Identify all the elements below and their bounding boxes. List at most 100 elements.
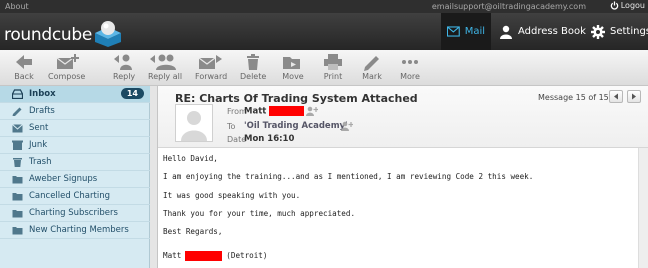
folder-icon [12,176,23,184]
print-button[interactable]: Print [323,53,343,81]
previous-message-button[interactable] [609,90,623,103]
app-header: roundcube Mail Address Book Settings [0,13,648,50]
folder-drafts-label: Drafts [29,106,55,116]
back-button[interactable]: Back [14,53,34,81]
move-folder-icon [283,57,300,69]
nav-settings[interactable]: Settings [585,13,648,50]
body-line: It was good speaking with you. [163,191,301,200]
reply-all-label: Reply all [148,72,183,81]
mark-button[interactable]: Mark [361,53,383,81]
trash-icon [247,54,260,70]
gear-icon [591,24,605,39]
move-button[interactable]: Move [282,53,304,81]
reply-button[interactable]: Reply [113,53,135,81]
reply-all-icon [150,54,177,70]
add-contact-icon[interactable] [340,121,353,131]
about-link[interactable]: About [5,2,29,11]
more-button[interactable]: More [400,53,420,81]
reply-all-button[interactable]: Reply all [148,53,182,81]
folder-trash-label: Trash [29,157,52,167]
reply-icon [114,54,133,70]
roundcube-logo[interactable]: roundcube [4,17,129,47]
back-arrow-icon [16,55,32,69]
folder-charting-subscribers-label: Charting Subscribers [29,208,118,218]
forward-button[interactable]: Forward [195,53,227,81]
from-value[interactable]: Matt [244,106,305,117]
nav-address-book[interactable]: Address Book [493,13,592,50]
body-line: Best Regards, [163,227,223,236]
nav-mail-label: Mail [464,26,485,37]
folder-trash[interactable]: Trash [0,154,150,171]
folder-inbox[interactable]: Inbox 14 [0,86,150,103]
folder-drafts[interactable]: Drafts [0,103,150,120]
mark-pen-icon [364,56,379,71]
folder-junk[interactable]: Junk [0,137,150,154]
body-line: I am enjoying the training...and as I me… [163,172,534,181]
delete-label: Delete [240,72,267,81]
folder-icon [12,227,23,235]
signature-city: (Detroit) [226,251,268,260]
folder-icon [12,193,23,201]
folder-icon [12,210,23,218]
logo-text: roundcube [4,25,93,45]
person-placeholder-icon [181,111,207,141]
back-label: Back [14,72,34,81]
more-label: More [400,72,420,81]
body-line: Hello David, [163,154,218,163]
folder-sent-label: Sent [29,123,49,133]
sent-icon [12,124,23,133]
folder-cancelled-charting[interactable]: Cancelled Charting [0,188,150,205]
folder-list: Inbox 14 Drafts Sent Junk Trash Aweber S… [0,86,150,268]
folder-aweber-signups-label: Aweber Signups [29,174,98,184]
redaction-box [269,106,305,116]
next-message-button[interactable] [627,90,641,103]
compose-label: Compose [48,72,86,81]
toolbar: Back Compose Reply Reply all Forward Del… [0,50,648,86]
nav-mail[interactable]: Mail [441,13,491,50]
message-header: RE: Charts Of Trading System Attached Me… [158,86,648,148]
print-icon [324,54,342,70]
compose-button[interactable]: Compose [48,53,85,81]
folder-new-charting-members-label: New Charting Members [29,225,129,235]
folder-sent[interactable]: Sent [0,120,150,137]
delete-button[interactable]: Delete [240,53,266,81]
trash-icon [13,158,22,167]
message-scrollbar[interactable] [638,148,648,268]
mark-label: Mark [362,72,382,81]
mail-icon [447,26,460,37]
logo-box-icon [95,21,121,47]
redaction-box [185,251,223,261]
folder-junk-label: Junk [29,140,48,150]
user-email: emailsupport@oiltradingacademy.com [431,2,586,11]
forward-label: Forward [195,72,228,81]
address-book-icon [500,25,512,39]
from-name: Matt [244,106,267,117]
chevron-left-icon [614,93,618,100]
to-label: To [227,122,236,131]
chevron-right-icon [632,93,636,100]
move-label: Move [282,72,304,81]
to-value[interactable]: 'Oil Trading Academy' [244,121,348,131]
power-icon [610,1,619,10]
body-line: Thank you for your time, much appreciate… [163,209,356,218]
folder-charting-subscribers[interactable]: Charting Subscribers [0,205,150,222]
forward-icon [198,55,223,69]
reply-label: Reply [113,72,136,81]
date-value: Mon 16:10 [244,134,295,144]
message-counter: Message 15 of 15 [538,93,609,102]
signature-line: Matt (Detroit) [163,251,267,261]
folder-new-charting-members[interactable]: New Charting Members [0,222,150,239]
add-contact-icon[interactable] [305,106,318,116]
folder-aweber-signups[interactable]: Aweber Signups [0,171,150,188]
compose-icon [56,54,79,69]
print-label: Print [323,72,343,81]
nav-settings-label: Settings [610,26,648,37]
folder-inbox-label: Inbox [29,89,56,99]
logout-label: Logou [620,1,645,10]
logout-button[interactable]: Logou [610,1,645,10]
top-strip: About emailsupport@oiltradingacademy.com… [0,0,648,13]
pencil-icon [12,107,22,116]
folder-cancelled-charting-label: Cancelled Charting [29,191,110,201]
signature-name: Matt [163,251,182,260]
nav-address-book-label: Address Book [518,26,586,37]
